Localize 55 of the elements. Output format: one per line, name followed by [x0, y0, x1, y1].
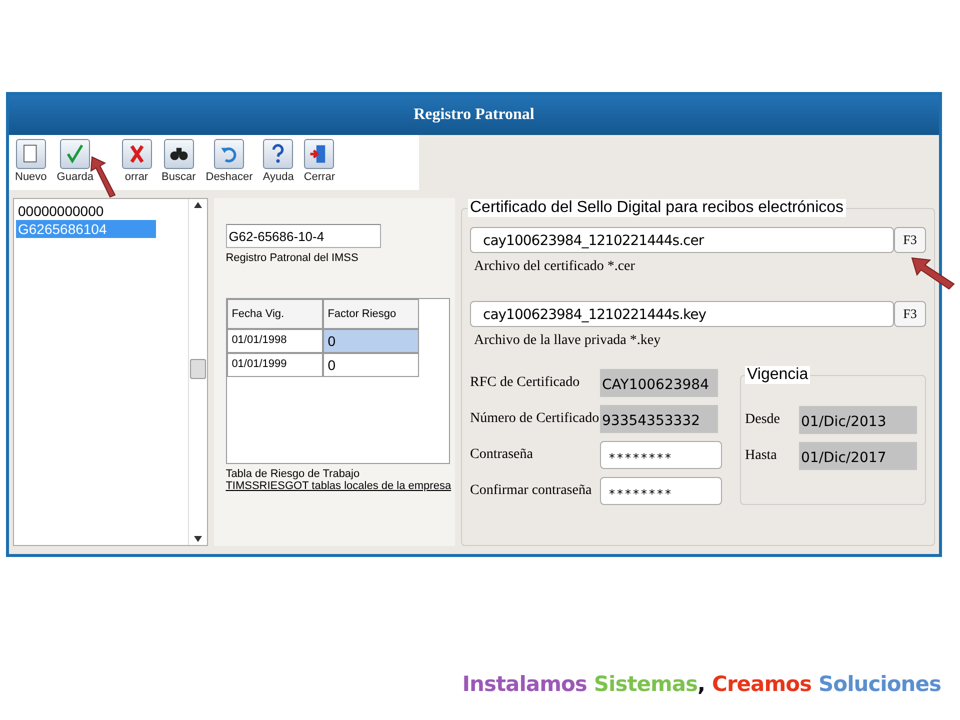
slogan-word: Instalamos — [462, 672, 587, 696]
scrollbar[interactable] — [188, 199, 207, 545]
password-field[interactable]: ******** — [600, 477, 722, 505]
file-field[interactable]: cay100623984_1210221444s.key — [470, 301, 894, 327]
field-label: Contraseña — [470, 447, 534, 463]
readonly-field: 93354353332 — [600, 405, 718, 433]
scroll-up-icon[interactable] — [194, 202, 202, 208]
field-label: Número de Certificado — [470, 411, 600, 427]
readonly-field: CAY100623984 — [600, 369, 718, 397]
toolbar-button[interactable]: Deshacer — [204, 139, 255, 190]
field-label: Desde — [745, 412, 781, 428]
table-cell: 01/01/1998 — [226, 329, 323, 353]
table-link[interactable]: TIMSSRIESGOT tablas locales de la empresa — [226, 480, 452, 492]
toolbar-button[interactable]: orrar — [120, 139, 154, 190]
toolbar-icon — [304, 139, 334, 169]
list-item[interactable]: 00000000000 — [16, 202, 156, 220]
toolbar-icon — [164, 139, 194, 169]
column-header[interactable]: Factor Riesgo — [322, 299, 419, 329]
slogan-word: Creamos — [712, 672, 812, 696]
browse-button[interactable]: F3 — [894, 227, 926, 253]
toolbar-icon — [122, 139, 152, 169]
toolbar-button[interactable]: Buscar — [160, 139, 198, 190]
readonly-field: 01/Dic/2013 — [799, 406, 917, 434]
file-field[interactable]: cay100623984_1210221444s.cer — [470, 227, 894, 253]
group-title: Certificado del Sello Digital para recibos electrónicos — [468, 199, 846, 217]
registro-field[interactable]: G62-65686-10-4 — [226, 224, 381, 248]
field-label: Hasta — [745, 448, 778, 464]
toolbar-button[interactable]: Ayuda — [260, 139, 296, 190]
window-title: Registro Patronal — [9, 95, 939, 135]
scroll-thumb[interactable] — [190, 359, 206, 379]
table-cell: 0 — [322, 353, 419, 377]
toolbar-icon — [16, 139, 46, 169]
table-cell: 01/01/1999 — [226, 353, 323, 377]
column-header[interactable]: Fecha Vig. — [226, 299, 323, 329]
slogan-word: Soluciones — [818, 672, 941, 696]
slogan-word: Sistemas — [594, 672, 698, 696]
field-label: Archivo del certificado *.cer — [474, 259, 636, 275]
group-title: Vigencia — [745, 366, 810, 384]
table-cell: 0 — [322, 329, 419, 353]
field-label: Confirmar contraseña — [470, 483, 593, 499]
readonly-field: 01/Dic/2017 — [799, 442, 917, 470]
slogan-word: , — [698, 672, 706, 696]
field-label: RFC de Certificado — [470, 375, 581, 391]
toolbar-icon — [60, 139, 90, 169]
toolbar-icon — [214, 139, 244, 169]
toolbar-icon — [263, 139, 294, 169]
table-caption: Tabla de Riesgo de Trabajo — [226, 468, 361, 480]
scroll-down-icon[interactable] — [194, 536, 202, 542]
field-label: Archivo de la llave privada *.key — [474, 333, 662, 349]
field-label: Registro Patronal del IMSS — [226, 252, 360, 264]
toolbar-button[interactable]: Nuevo — [13, 139, 49, 190]
toolbar-button[interactable]: Cerrar — [302, 139, 337, 190]
password-field[interactable]: ******** — [600, 441, 722, 469]
browse-button[interactable]: F3 — [894, 301, 926, 327]
toolbar-button[interactable]: Guarda — [54, 139, 96, 190]
